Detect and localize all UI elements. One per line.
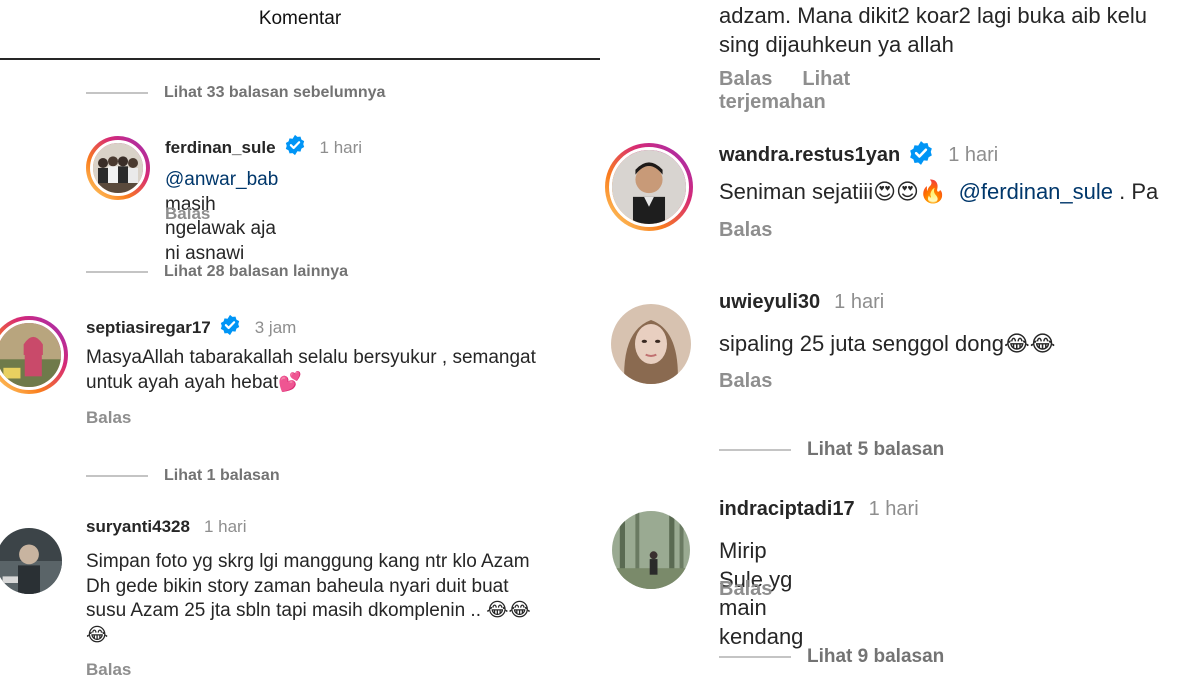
comment-line: sing dijauhkeun ya allah [719,31,954,57]
comment-time: 1 hari [948,144,999,166]
view-replies-link[interactable]: Lihat 5 balasan [719,439,944,461]
reply-button[interactable]: Balas [719,370,772,393]
avatar[interactable] [86,136,150,200]
comment-line: Dh gede bikin story zaman baheula nyari … [86,575,509,597]
username[interactable]: ferdinan_sule [165,138,276,158]
header-divider [0,58,600,60]
view-replies-link[interactable]: Lihat 1 balasan [86,467,280,485]
comment-text: Seniman sejatiii😍😍🔥 @ferdinan_sule . Pa [719,178,1158,207]
comment-body: sipaling 25 juta senggol dong [719,331,1005,356]
comment-line: untuk ayah ayah hebat [86,371,279,393]
avatar[interactable] [605,143,693,231]
comment-line: Simpan foto yg skrg lgi manggung kang nt… [86,551,530,572]
user-photo-avatar-image [611,304,691,384]
avatar[interactable] [0,528,62,594]
reply-thread-line [86,92,148,94]
comment-time: 1 hari [319,137,363,157]
comment-text: Simpan foto yg skrg lgi manggung kang nt… [86,550,598,649]
reply-thread-line [719,449,791,451]
verified-badge-icon [219,314,241,341]
mention-link[interactable]: @anwar_bab [165,169,278,190]
reply-thread-line [719,656,791,658]
reply-button[interactable]: Balas [86,408,131,428]
avatar[interactable] [612,511,690,589]
username[interactable]: septiasiregar17 [86,318,211,338]
user-photo-avatar-image [612,511,690,589]
user-photo-avatar-image [0,528,62,594]
reply-button[interactable]: Balas [719,578,772,601]
reply-thread-line [86,271,148,273]
verified-badge-icon [284,134,306,161]
user-photo-avatar-image [0,323,61,387]
view-more-replies-link[interactable]: Lihat 28 balasan lainnya [86,263,348,281]
verified-badge-icon [908,140,934,171]
comment-body: Seniman sejatiii [719,179,874,204]
left-comments-panel: Komentar Lihat 33 balasan sebelumnya fer… [0,0,600,675]
view-more-replies-label: Lihat 28 balasan lainnya [164,263,349,280]
view-replies-label: Lihat 5 balasan [807,439,945,460]
view-previous-replies-label: Lihat 33 balasan sebelumnya [164,84,386,101]
view-replies-label: Lihat 9 balasan [807,646,945,667]
reply-thread-line [86,475,148,477]
mention-link[interactable]: @ferdinan_sule [959,179,1113,204]
two-hearts-emoji: 💕 [278,371,302,393]
comment-line: MasyaAllah tabarakallah selalu bersyukur… [86,347,536,368]
comment-text: sipaling 25 juta senggol dong😂😂 [719,330,1055,359]
comment-meta: suryanti4328 1 hari [86,517,246,537]
reply-button[interactable]: Balas [719,68,772,90]
comment-meta: indraciptadi17 1 hari [719,498,919,521]
user-photo-avatar-image [612,150,686,224]
page-title: Komentar [258,8,342,29]
comment-time: 1 hari [834,291,885,313]
reply-button[interactable]: Balas [719,219,772,242]
comment-time: 1 hari [203,517,247,536]
comment-line: adzam. Mana dikit2 koar2 lagi buka aib k… [719,3,1148,28]
username[interactable]: indraciptadi17 [719,498,855,521]
laughing-emoji: 😂😂 [1004,331,1056,356]
avatar[interactable] [0,316,68,394]
username[interactable]: suryanti4328 [86,517,190,537]
reply-button[interactable]: Balas [86,660,131,675]
avatar[interactable] [611,304,691,384]
comment-meta: wandra.restus1yan 1 hari [719,140,998,171]
laughing-emoji: 😂 [86,625,109,647]
comment-time: 1 hari [868,498,919,520]
username[interactable]: wandra.restus1yan [719,144,900,167]
username[interactable]: uwieyuli30 [719,291,820,314]
view-previous-replies-link[interactable]: Lihat 33 balasan sebelumnya [86,84,385,102]
view-replies-link[interactable]: Lihat 9 balasan [719,646,944,668]
comment-body: . Pa [1113,179,1159,204]
reply-actions: Balas Lihat terjemahan [719,68,850,114]
comment-meta: septiasiregar17 3 jam [86,314,296,341]
laughing-emoji: 😂😂 [486,600,531,622]
comment-line: susu Azam 25 jta sbln tapi masih dkomple… [86,600,487,622]
right-comments-panel: adzam. Mana dikit2 koar2 lagi buka aib k… [600,0,1200,675]
group-photo-avatar-image [93,143,143,193]
comment-meta: uwieyuli30 1 hari [719,291,884,314]
comment-text: adzam. Mana dikit2 koar2 lagi buka aib k… [719,2,1200,59]
comment-time: 3 jam [254,317,297,337]
view-replies-label: Lihat 1 balasan [164,467,280,484]
heart-eyes-fire-emoji: 😍😍🔥 [873,179,947,204]
comment-meta: ferdinan_sule 1 hari [165,134,362,161]
comment-text: MasyaAllah tabarakallah selalu bersyukur… [86,346,596,395]
reply-button[interactable]: Balas [165,204,210,224]
